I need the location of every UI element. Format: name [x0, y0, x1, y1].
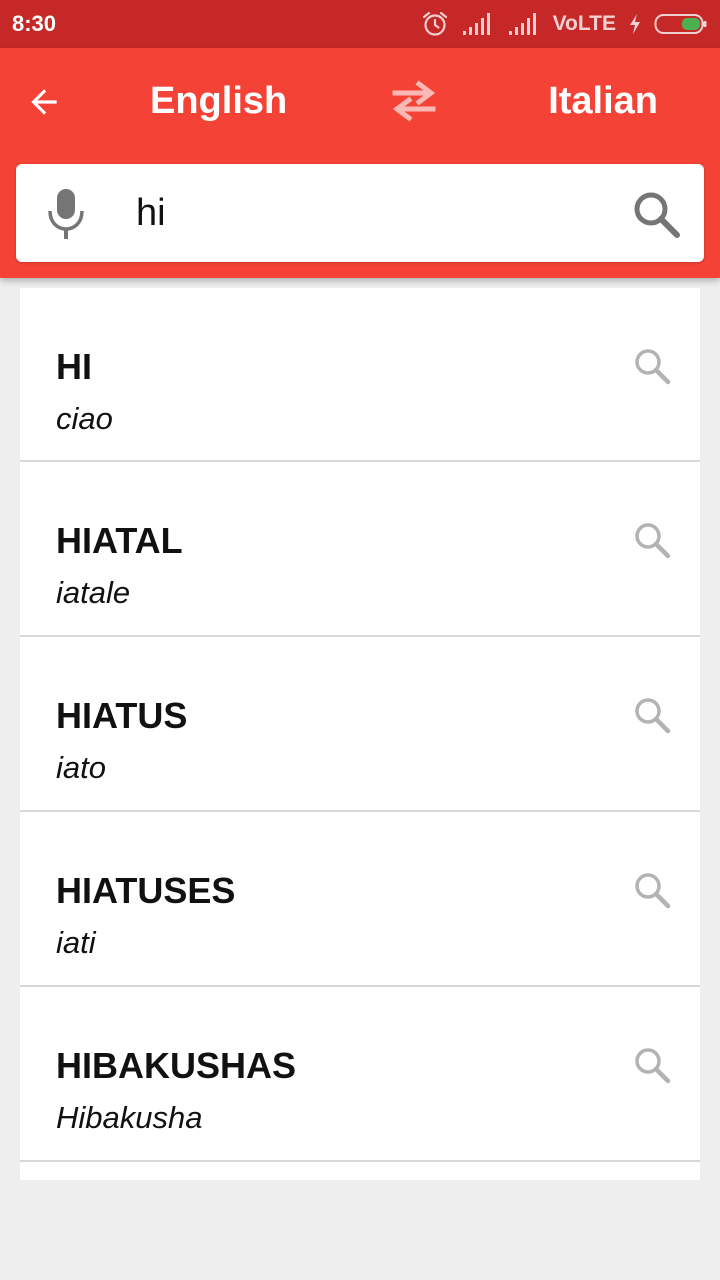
search-bar — [16, 164, 704, 262]
result-word: HIBAKUSHAS — [56, 1045, 297, 1086]
search-icon[interactable] — [630, 693, 674, 737]
signal-icon-2 — [507, 11, 541, 37]
microphone-icon[interactable] — [40, 186, 92, 242]
result-word: HIATUSES — [56, 870, 236, 911]
status-icons: VoLTE — [421, 9, 708, 39]
charging-icon — [628, 13, 642, 35]
result-word: HI — [56, 346, 92, 387]
swap-icon[interactable] — [384, 76, 444, 126]
status-time: 8:30 — [12, 11, 57, 36]
list-item[interactable]: HIBAKUSHAS Hibakusha — [20, 987, 700, 1162]
list-item[interactable]: HIATAL iatale — [20, 462, 700, 637]
result-translation: ciao — [56, 401, 113, 436]
search-icon[interactable] — [630, 518, 674, 562]
result-word: HIATAL — [56, 520, 183, 561]
app-bar: English Italian — [0, 48, 720, 278]
search-icon[interactable] — [630, 344, 674, 388]
search-icon[interactable] — [630, 1043, 674, 1087]
search-icon[interactable] — [630, 868, 674, 912]
network-label: VoLTE — [552, 12, 616, 35]
search-icon[interactable] — [628, 186, 684, 242]
result-word: HIATUS — [56, 695, 188, 736]
result-translation: iato — [56, 750, 106, 785]
back-arrow-icon[interactable] — [20, 78, 68, 126]
alarm-icon — [421, 10, 449, 38]
list-item[interactable]: HI ciao — [20, 288, 700, 462]
source-language[interactable]: English — [150, 78, 287, 124]
result-translation: Hibakusha — [56, 1100, 203, 1135]
result-translation: iati — [56, 925, 96, 960]
list-item[interactable]: HIATUSES iati — [20, 812, 700, 987]
battery-icon — [654, 12, 708, 36]
signal-icon — [461, 11, 495, 37]
target-language[interactable]: Italian — [548, 78, 658, 124]
results-list: HI ciao HIATAL iatale HIATUS iato HIATUS… — [20, 288, 700, 1180]
search-input[interactable] — [136, 188, 616, 238]
result-translation: iatale — [56, 575, 131, 610]
status-bar: 8:30 VoLTE — [0, 0, 720, 48]
list-item[interactable]: HIATUS iato — [20, 637, 700, 812]
